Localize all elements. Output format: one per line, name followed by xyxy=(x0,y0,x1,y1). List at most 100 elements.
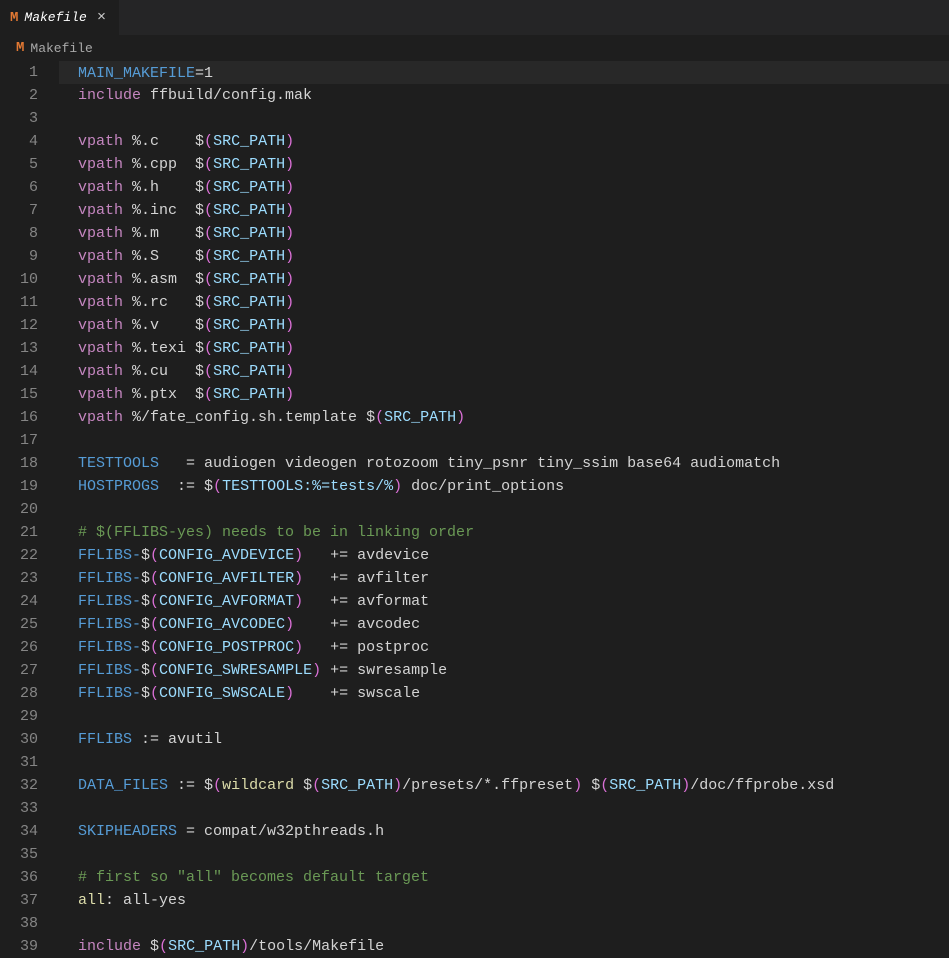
code-line[interactable]: all: all-yes xyxy=(60,889,949,912)
code-line[interactable]: include ffbuild/config.mak xyxy=(60,84,949,107)
code-line[interactable]: vpath %.asm $(SRC_PATH) xyxy=(60,268,949,291)
tab-makefile[interactable]: M Makefile × xyxy=(0,0,120,35)
breadcrumb[interactable]: M Makefile xyxy=(0,35,949,61)
code-token-paren: ( xyxy=(150,639,159,656)
code-token-op: $ xyxy=(195,133,204,150)
code-token-op: $ xyxy=(204,478,213,495)
code-line[interactable]: vpath %.texi $(SRC_PATH) xyxy=(60,337,949,360)
code-line[interactable] xyxy=(60,843,949,866)
code-line[interactable]: DATA_FILES := $(wildcard $(SRC_PATH)/pre… xyxy=(60,774,949,797)
code-line[interactable] xyxy=(60,797,949,820)
code-line[interactable]: vpath %.v $(SRC_PATH) xyxy=(60,314,949,337)
code-line[interactable]: FFLIBS-$(CONFIG_AVFILTER) += avfilter xyxy=(60,567,949,590)
code-line[interactable]: vpath %.m $(SRC_PATH) xyxy=(60,222,949,245)
code-token-paren: ) xyxy=(285,133,294,150)
line-number: 27 xyxy=(0,659,38,682)
code-line[interactable]: vpath %.c $(SRC_PATH) xyxy=(60,130,949,153)
code-token-varref: SRC_PATH xyxy=(384,409,456,426)
code-line[interactable]: TESTTOOLS = audiogen videogen rotozoom t… xyxy=(60,452,949,475)
code-token-varref: SRC_PATH xyxy=(168,938,240,955)
code-token-varref: SRC_PATH xyxy=(609,777,681,794)
code-line[interactable]: MAIN_MAKEFILE=1 xyxy=(59,61,949,84)
code-token-var: FFLIBS- xyxy=(78,570,141,587)
code-line[interactable]: # first so "all" becomes default target xyxy=(60,866,949,889)
line-number: 10 xyxy=(0,268,38,291)
code-token-paren: ( xyxy=(312,777,321,794)
code-token-paren: ) xyxy=(285,248,294,265)
code-token-text: += avfilter xyxy=(303,570,429,587)
code-line[interactable]: vpath %.S $(SRC_PATH) xyxy=(60,245,949,268)
code-token-paren: ) xyxy=(285,685,294,702)
line-number: 9 xyxy=(0,245,38,268)
code-line[interactable]: FFLIBS-$(CONFIG_POSTPROC) += postproc xyxy=(60,636,949,659)
line-number: 22 xyxy=(0,544,38,567)
code-token-text xyxy=(141,938,150,955)
code-token-varref: CONFIG_AVFILTER xyxy=(159,570,294,587)
line-number: 3 xyxy=(0,107,38,130)
code-line[interactable] xyxy=(60,751,949,774)
code-token-paren: ) xyxy=(312,662,321,679)
line-number: 4 xyxy=(0,130,38,153)
code-token-varref: SRC_PATH xyxy=(213,317,285,334)
code-line[interactable]: FFLIBS := avutil xyxy=(60,728,949,751)
code-token-vpath: vpath xyxy=(78,271,123,288)
code-token-paren: ( xyxy=(204,248,213,265)
code-token-op: $ xyxy=(150,938,159,955)
code-line[interactable]: FFLIBS-$(CONFIG_SWRESAMPLE) += swresampl… xyxy=(60,659,949,682)
code-line[interactable] xyxy=(60,912,949,935)
close-icon[interactable]: × xyxy=(94,9,109,26)
code-token-text: += avcodec xyxy=(294,616,420,633)
code-token-varref: SRC_PATH xyxy=(213,386,285,403)
code-token-paren: ) xyxy=(294,639,303,656)
code-line[interactable]: FFLIBS-$(CONFIG_SWSCALE) += swscale xyxy=(60,682,949,705)
code-token-varref: SRC_PATH xyxy=(213,363,285,380)
code-token-incl: include xyxy=(78,938,141,955)
code-token-text: := xyxy=(168,777,204,794)
code-token-text: %.S xyxy=(123,248,195,265)
code-token-paren: ( xyxy=(375,409,384,426)
code-line[interactable] xyxy=(60,498,949,521)
code-token-vpath: vpath xyxy=(78,317,123,334)
code-line[interactable]: vpath %/fate_config.sh.template $(SRC_PA… xyxy=(60,406,949,429)
code-token-paren: ) xyxy=(294,570,303,587)
code-token-varref: CONFIG_SWSCALE xyxy=(159,685,285,702)
code-line[interactable]: vpath %.ptx $(SRC_PATH) xyxy=(60,383,949,406)
code-token-varref: SRC_PATH xyxy=(213,133,285,150)
code-token-op: $ xyxy=(141,547,150,564)
editor[interactable]: 1234567891011121314151617181920212223242… xyxy=(0,61,949,948)
code-token-comment: # first so "all" becomes default target xyxy=(78,869,429,886)
code-line[interactable]: vpath %.cpp $(SRC_PATH) xyxy=(60,153,949,176)
code-token-var: HOSTPROGS xyxy=(78,478,159,495)
breadcrumb-label: Makefile xyxy=(30,41,92,56)
code-line[interactable]: # $(FFLIBS-yes) needs to be in linking o… xyxy=(60,521,949,544)
code-token-text: =1 xyxy=(195,65,213,82)
line-number: 39 xyxy=(0,935,38,958)
code-token-paren: ( xyxy=(204,179,213,196)
code-token-var: TESTTOOLS xyxy=(78,455,159,472)
code-token-text: = compat/w32pthreads.h xyxy=(177,823,384,840)
code-token-text: /tools/Makefile xyxy=(249,938,384,955)
code-line[interactable]: vpath %.inc $(SRC_PATH) xyxy=(60,199,949,222)
code-token-paren: ( xyxy=(204,202,213,219)
code-line[interactable]: vpath %.rc $(SRC_PATH) xyxy=(60,291,949,314)
code-line[interactable]: vpath %.cu $(SRC_PATH) xyxy=(60,360,949,383)
code-token-paren: ( xyxy=(213,777,222,794)
code-line[interactable] xyxy=(60,429,949,452)
code-line[interactable]: FFLIBS-$(CONFIG_AVFORMAT) += avformat xyxy=(60,590,949,613)
code-line[interactable]: vpath %.h $(SRC_PATH) xyxy=(60,176,949,199)
code-line[interactable]: HOSTPROGS := $(TESTTOOLS:%=tests/%) doc/… xyxy=(60,475,949,498)
code-area[interactable]: MAIN_MAKEFILE=1include ffbuild/config.ma… xyxy=(60,61,949,948)
code-token-paren: ) xyxy=(285,340,294,357)
code-line[interactable]: FFLIBS-$(CONFIG_AVDEVICE) += avdevice xyxy=(60,544,949,567)
code-token-incl: include xyxy=(78,87,141,104)
code-line[interactable] xyxy=(60,107,949,130)
code-token-op: $ xyxy=(195,225,204,242)
code-token-vpath: vpath xyxy=(78,133,123,150)
code-line[interactable]: include $(SRC_PATH)/tools/Makefile xyxy=(60,935,949,958)
code-line[interactable] xyxy=(60,705,949,728)
code-token-paren: ( xyxy=(204,225,213,242)
code-line[interactable]: SKIPHEADERS = compat/w32pthreads.h xyxy=(60,820,949,843)
code-token-paren: ( xyxy=(213,478,222,495)
code-token-paren: ) xyxy=(393,777,402,794)
code-line[interactable]: FFLIBS-$(CONFIG_AVCODEC) += avcodec xyxy=(60,613,949,636)
